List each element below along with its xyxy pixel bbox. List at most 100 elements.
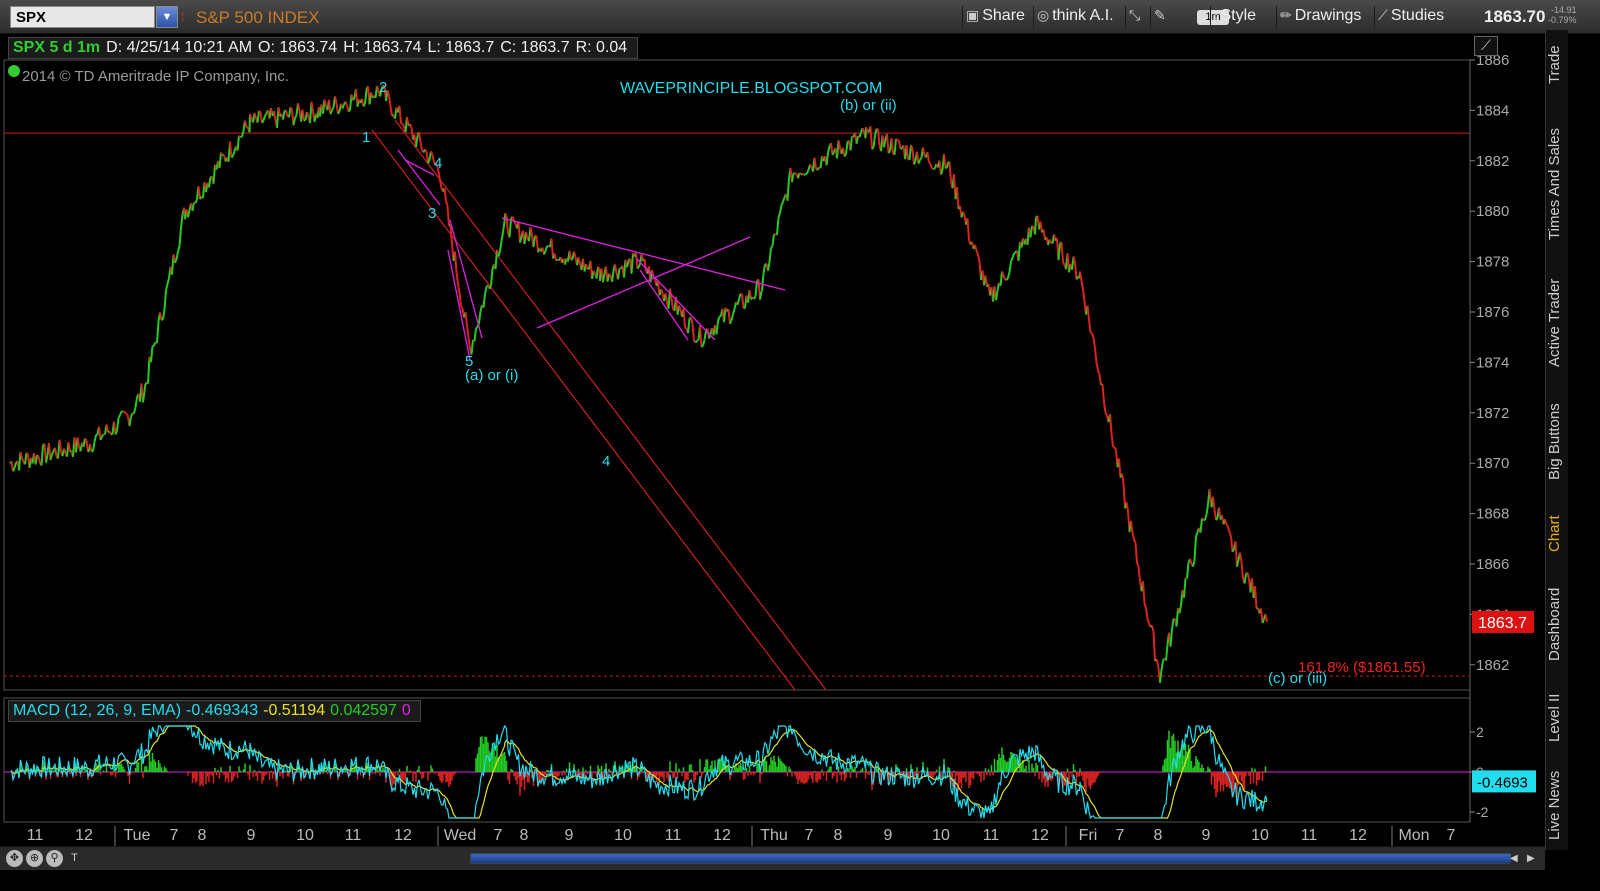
price-bar <box>1098 374 1102 386</box>
price-bar <box>630 253 634 274</box>
last-price-label: 1863.7 <box>1478 615 1527 632</box>
pan-icon[interactable]: ✥ <box>6 850 23 867</box>
price-bar <box>37 456 41 464</box>
scroll-left-icon[interactable]: ◀ <box>1510 853 1524 865</box>
price-bar <box>482 293 486 308</box>
price-bar <box>945 166 948 170</box>
price-bar <box>1160 660 1164 671</box>
price-bar <box>827 146 831 153</box>
price-bar <box>125 412 129 416</box>
price-bar <box>331 107 335 111</box>
tab-live-news[interactable]: Live News <box>1546 766 1569 844</box>
price-bar <box>466 324 470 339</box>
price-bar <box>1201 517 1205 521</box>
x-tick-label: 7 <box>170 827 179 844</box>
tab-times-and-sales[interactable]: Times And Sales <box>1546 118 1569 250</box>
price-bar <box>845 141 849 155</box>
tab-big-buttons[interactable]: Big Buttons <box>1546 396 1569 488</box>
price-bar <box>871 146 875 150</box>
tab-trade[interactable]: Trade <box>1546 34 1569 96</box>
price-bar <box>843 153 847 157</box>
price-bar <box>63 448 67 454</box>
magnifier-icon[interactable]: ⚲ <box>46 850 63 867</box>
scroll-thumb[interactable] <box>471 854 1511 863</box>
tab-level-ii[interactable]: Level II <box>1546 690 1569 746</box>
tab-chart[interactable]: Chart <box>1546 508 1569 560</box>
scroll-track[interactable] <box>470 853 1511 864</box>
chart-tool-icon[interactable]: ⟋ <box>1474 36 1498 56</box>
price-bar <box>208 176 212 188</box>
price-bar <box>682 308 686 328</box>
price-bar <box>1254 586 1258 609</box>
price-bar <box>809 163 813 168</box>
price-bar <box>1228 531 1232 537</box>
price-bar <box>36 454 40 458</box>
price-bar <box>791 173 795 183</box>
price-bar <box>899 147 903 150</box>
price-bar <box>1031 224 1035 228</box>
price-bar <box>913 160 917 165</box>
price-bar <box>699 325 703 348</box>
price-bar <box>1199 517 1203 533</box>
price-bar <box>180 214 184 229</box>
tab-dashboard[interactable]: Dashboard <box>1546 580 1569 668</box>
low-value: L: 1863.7 <box>427 39 495 56</box>
wave-label: 4 <box>602 453 610 470</box>
price-pane-frame <box>3 59 1471 691</box>
price-bar <box>771 234 775 246</box>
price-bar <box>1234 541 1238 567</box>
price-bar <box>614 264 618 274</box>
price-bar <box>794 172 797 175</box>
price-bar <box>1057 243 1061 261</box>
macd-label: MACD (12, 26, 9, EMA) <box>13 702 182 719</box>
price-bar <box>341 104 345 109</box>
price-bar <box>691 324 695 341</box>
price-bar <box>34 454 38 465</box>
text-tool-icon[interactable]: T <box>66 850 83 867</box>
price-bar <box>1094 348 1098 363</box>
price-bar <box>715 321 719 335</box>
price-bar <box>635 252 639 269</box>
price-bar <box>424 148 428 152</box>
x-tick-label: 7 <box>1116 827 1125 844</box>
footer-strip <box>0 870 1600 891</box>
price-bar <box>1205 504 1209 515</box>
zoom-icon[interactable]: ⊕ <box>26 850 43 867</box>
price-bar <box>782 197 786 203</box>
price-bar <box>946 162 949 168</box>
price-bar <box>929 163 933 169</box>
price-bar <box>160 318 164 321</box>
price-bar <box>418 132 422 143</box>
x-tick-label: 7 <box>1447 827 1456 844</box>
price-bar <box>229 141 233 158</box>
x-tick-label: Tue <box>124 827 151 844</box>
price-bar <box>123 411 127 415</box>
x-tick-label: 11 <box>345 827 362 844</box>
tab-active-trader[interactable]: Active Trader <box>1546 270 1569 376</box>
price-bar <box>240 135 243 139</box>
y-tick-label: 1874 <box>1476 354 1509 371</box>
x-tick-label: 10 <box>1251 827 1269 844</box>
price-bar <box>883 138 887 148</box>
price-bar <box>464 312 468 325</box>
price-bar <box>984 275 988 287</box>
price-bar <box>301 109 305 121</box>
open-value: O: 1863.74 <box>258 39 338 56</box>
price-bar <box>529 226 533 237</box>
price-bar <box>105 424 109 433</box>
price-bar <box>294 114 298 119</box>
price-bar <box>1092 337 1096 349</box>
price-bar <box>1246 572 1250 580</box>
price-bar <box>1204 514 1208 521</box>
price-bar <box>895 138 899 141</box>
price-bar <box>490 268 494 286</box>
price-bar <box>550 238 554 259</box>
scroll-right-icon[interactable]: ▶ <box>1527 853 1541 865</box>
price-bar <box>1231 548 1235 553</box>
price-bar <box>1079 271 1083 281</box>
trendline <box>536 236 751 329</box>
price-bar <box>475 326 479 330</box>
price-bar <box>702 339 706 346</box>
price-bar <box>1034 217 1037 235</box>
price-bar <box>636 265 640 270</box>
